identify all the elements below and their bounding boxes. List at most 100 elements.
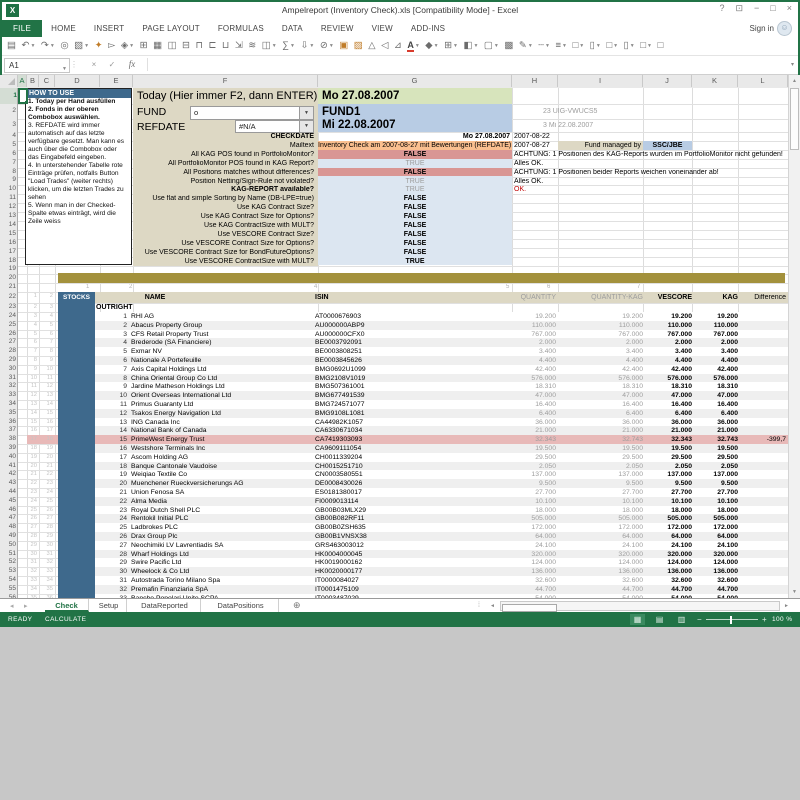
row-header-41[interactable]: 41 <box>0 462 16 469</box>
row-header-46[interactable]: 46 <box>0 506 16 513</box>
wrap-text-icon[interactable]: ≋ <box>248 38 256 54</box>
horizontal-scrollbar[interactable] <box>500 601 780 611</box>
row-header-36[interactable]: 36 <box>0 418 16 425</box>
insert-rows-icon[interactable]: ▦ <box>153 38 162 54</box>
help-icon[interactable]: ? <box>719 3 724 14</box>
find-select-icon[interactable]: ◈▼ <box>121 38 134 54</box>
column-header-G[interactable]: G <box>318 75 512 87</box>
row-header-19[interactable]: 19 <box>0 265 16 272</box>
column-header-A[interactable]: A <box>18 75 27 87</box>
undo-icon[interactable]: ↶▼ <box>21 38 35 54</box>
row-header-28[interactable]: 28 <box>0 347 16 354</box>
merge-center-icon[interactable]: ◫▼ <box>262 38 277 54</box>
row-header-5[interactable]: 5 <box>0 141 16 148</box>
ribbon-tab-data[interactable]: DATA <box>273 20 312 37</box>
row-header-49[interactable]: 49 <box>0 532 16 539</box>
selected-cell-a1[interactable] <box>18 88 28 104</box>
ribbon-tab-insert[interactable]: INSERT <box>85 20 133 37</box>
save-icon[interactable]: ▤ <box>7 38 16 54</box>
fill-color-icon[interactable]: ◆▼ <box>425 38 438 54</box>
select-arrow-icon[interactable]: ▻ <box>108 38 115 54</box>
cancel-entry-icon[interactable]: × <box>88 58 100 71</box>
touch-mode-icon[interactable]: ◎ <box>60 38 68 54</box>
row-header-6[interactable]: 6 <box>0 150 16 157</box>
column-header-B[interactable]: B <box>27 75 39 87</box>
tab-scroll-left-icon[interactable]: ◂ <box>10 602 14 610</box>
align-top-icon[interactable]: ⊓ <box>196 38 203 54</box>
row-header-13[interactable]: 13 <box>0 212 16 219</box>
hscroll-left-icon[interactable]: ◄ <box>490 603 495 609</box>
column-header-K[interactable]: K <box>692 75 738 87</box>
clear-icon[interactable]: ⊘▼ <box>320 38 334 54</box>
row-header-24[interactable]: 24 <box>0 312 16 319</box>
redo-icon[interactable]: ↷▼ <box>41 38 55 54</box>
row-header-17[interactable]: 17 <box>0 248 16 255</box>
row-header-54[interactable]: 54 <box>0 576 16 583</box>
shape-box5-icon[interactable]: □▼ <box>640 38 652 54</box>
insert-cells-icon[interactable]: ⊞ <box>140 38 148 54</box>
row-header-26[interactable]: 26 <box>0 330 16 337</box>
row-header-21[interactable]: 21 <box>0 283 16 290</box>
sheet-tab-datapositions[interactable]: DataPositions <box>203 599 279 612</box>
rotate-right-icon[interactable]: ⊿ <box>394 38 402 54</box>
row-header-37[interactable]: 37 <box>0 426 16 433</box>
row-header-2[interactable]: 2 <box>0 107 16 114</box>
paste-icon[interactable]: ▧▼ <box>74 38 89 54</box>
ribbon-tab-home[interactable]: HOME <box>42 20 85 37</box>
delete-cells-icon[interactable]: ⊟ <box>182 38 190 54</box>
ribbon-tab-add-ins[interactable]: ADD-INS <box>402 20 454 37</box>
format-icon[interactable]: ▢▼ <box>484 38 499 54</box>
column-header-L[interactable]: L <box>738 75 788 87</box>
page-layout-view-icon[interactable]: ▤ <box>652 614 667 625</box>
font-color-icon[interactable]: A▼ <box>407 38 419 54</box>
row-header-55[interactable]: 55 <box>0 585 16 592</box>
cut-icon[interactable]: ▨ <box>354 38 363 54</box>
shape-box6-icon[interactable]: □ <box>657 38 663 54</box>
column-header-J[interactable]: J <box>643 75 692 87</box>
column-header-C[interactable]: C <box>39 75 55 87</box>
rotate-left-icon[interactable]: ◁ <box>381 38 388 54</box>
fund-combobox-dropdown-icon[interactable]: ▼ <box>299 107 313 119</box>
row-header-1[interactable]: 1 <box>0 88 17 104</box>
scroll-up-icon[interactable]: ▲ <box>789 75 800 87</box>
horizontal-scroll-thumb[interactable] <box>502 604 557 612</box>
line-style-icon[interactable]: ┄▼ <box>538 38 550 54</box>
row-header-25[interactable]: 25 <box>0 321 16 328</box>
splitter-dots-icon[interactable]: ⁞ <box>478 602 480 609</box>
ribbon-tab-review[interactable]: REVIEW <box>312 20 363 37</box>
vertical-scroll-thumb[interactable] <box>790 88 799 150</box>
row-header-11[interactable]: 11 <box>0 194 16 201</box>
row-header-45[interactable]: 45 <box>0 497 16 504</box>
row-header-29[interactable]: 29 <box>0 356 16 363</box>
row-header-33[interactable]: 33 <box>0 391 16 398</box>
row-header-12[interactable]: 12 <box>0 203 16 210</box>
ribbon-tab-formulas[interactable]: FORMULAS <box>209 20 273 37</box>
row-header-43[interactable]: 43 <box>0 479 16 486</box>
tab-scroll-right-icon[interactable]: ▸ <box>24 602 28 610</box>
page-break-view-icon[interactable]: ▥ <box>674 614 689 625</box>
row-header-50[interactable]: 50 <box>0 541 16 548</box>
row-header-32[interactable]: 32 <box>0 382 16 389</box>
format-painter-icon[interactable]: ✦ <box>95 38 103 54</box>
sheet-tab-check[interactable]: Check <box>45 599 89 612</box>
column-header-D[interactable]: D <box>55 75 100 87</box>
row-header-35[interactable]: 35 <box>0 409 16 416</box>
insert-columns-icon[interactable]: ◫ <box>168 38 177 54</box>
row-header-4[interactable]: 4 <box>0 132 16 139</box>
row-header-38[interactable]: 38 <box>0 435 16 442</box>
row-header-42[interactable]: 42 <box>0 470 16 477</box>
row-header-23[interactable]: 23 <box>0 303 16 310</box>
refdate-combobox-dropdown-icon[interactable]: ▼ <box>299 121 313 132</box>
select-all-corner[interactable] <box>0 75 18 87</box>
vertical-scrollbar[interactable]: ▲ ▼ <box>788 75 800 598</box>
sign-in-link[interactable]: Sign in <box>750 24 774 33</box>
row-header-27[interactable]: 27 <box>0 338 16 345</box>
minimize-icon[interactable]: − <box>754 3 759 14</box>
formula-input[interactable] <box>147 58 782 71</box>
shape-box4-icon[interactable]: ▯▼ <box>624 38 635 54</box>
hscroll-right-icon[interactable]: ► <box>784 603 789 609</box>
row-header-48[interactable]: 48 <box>0 523 16 530</box>
align-bottom-icon[interactable]: ⊔ <box>222 38 229 54</box>
column-header-H[interactable]: H <box>512 75 558 87</box>
row-header-3[interactable]: 3 <box>0 121 16 128</box>
